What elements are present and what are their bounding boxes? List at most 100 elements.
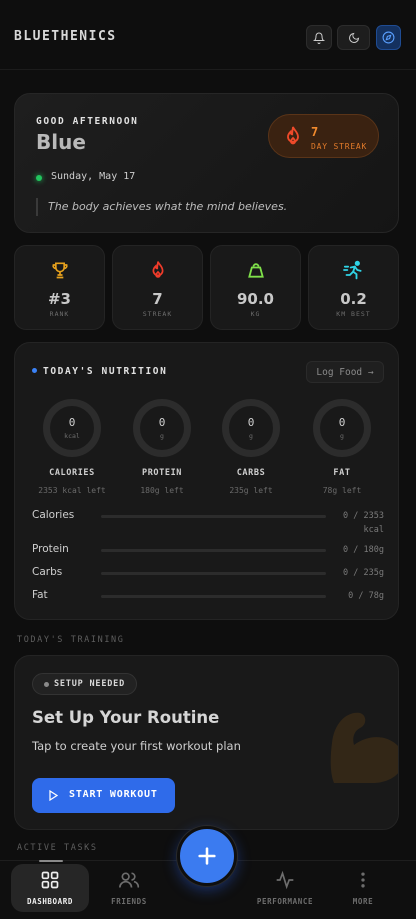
macro-unit: g (340, 432, 344, 440)
progress-track (101, 572, 326, 575)
stat-value: 90.0 (236, 290, 274, 308)
tasks-section-label: ACTIVE TASKS (17, 843, 98, 853)
badge-label: SETUP NEEDED (54, 679, 126, 689)
motivational-quote: The body achieves what the mind believes… (36, 198, 287, 216)
explore-button[interactable] (376, 25, 401, 50)
nav-friends[interactable]: FRIENDS (90, 861, 168, 919)
stat-card-rank[interactable]: #3 RANK (14, 245, 105, 330)
macro-carbs: 0 g CARBS 235g left (211, 399, 291, 495)
macro-value: 0 (247, 416, 255, 429)
start-workout-button[interactable]: START WORKOUT (32, 778, 175, 813)
progress-track (101, 515, 326, 518)
stat-value: 0.2 (340, 290, 367, 308)
status-dot (44, 682, 49, 687)
flame-icon (287, 126, 299, 145)
progress-ring: 0 g (313, 399, 371, 457)
add-button[interactable] (177, 826, 237, 886)
macro-fat: 0 g FAT 78g left (302, 399, 382, 495)
nav-label: DASHBOARD (26, 897, 74, 906)
trophy-icon (51, 262, 68, 279)
macro-remaining: 2353 kcal left (38, 486, 106, 495)
nav-label: MORE (352, 897, 374, 906)
notifications-button[interactable] (306, 25, 332, 50)
macro-label: PROTEIN (141, 468, 183, 478)
macro-calories: 0 kcal CALORIES 2353 kcal left (32, 399, 112, 495)
current-date: Sunday, May 17 (51, 171, 136, 182)
nutrition-card: TODAY'S NUTRITION Log Food → 0 kcal CALO… (14, 342, 399, 620)
nav-dashboard[interactable]: DASHBOARD (11, 860, 89, 912)
grid-icon (41, 871, 59, 889)
greeting-salutation: GOOD AFTERNOON (36, 116, 139, 127)
progress-ring: 0 kcal (43, 399, 101, 457)
theme-toggle-button[interactable] (337, 25, 370, 50)
macro-value: 0 (158, 416, 166, 429)
nav-label: PERFORMANCE (256, 897, 314, 906)
macro-remaining: 180g left (140, 486, 184, 495)
nav-performance[interactable]: PERFORMANCE (246, 861, 324, 919)
macro-value: 0 (338, 416, 346, 429)
activity-icon (276, 870, 294, 890)
bar-value: 0 / 2353 kcal (343, 511, 384, 535)
bar-value: 0 / 78g (348, 591, 384, 601)
stat-unit: STREAK (142, 310, 173, 318)
muscle-icon (330, 712, 398, 783)
macro-protein: 0 g PROTEIN 180g left (122, 399, 202, 495)
stat-card-weight[interactable]: 90.0 KG (210, 245, 301, 330)
stat-unit: KM BEST (336, 310, 371, 318)
macro-remaining: 78g left (322, 486, 362, 495)
bar-value: 0 / 235g (343, 568, 384, 578)
bell-icon (313, 32, 325, 44)
online-indicator (36, 175, 42, 181)
kettlebell-icon (247, 263, 264, 278)
macro-unit: kcal (64, 432, 80, 440)
flame-icon (152, 261, 163, 278)
section-bullet (32, 368, 37, 373)
bar-label: Protein (32, 543, 69, 555)
bar-value: 0 / 180g (343, 545, 384, 555)
brand-title: BLUETHENICS (14, 29, 117, 44)
progress-track (101, 595, 326, 598)
macro-value: 0 (68, 416, 76, 429)
bar-label: Carbs (32, 566, 63, 578)
macro-label: CALORIES (49, 468, 95, 478)
start-workout-label: START WORKOUT (69, 789, 158, 800)
stat-card-km-best[interactable]: 0.2 KM BEST (308, 245, 399, 330)
runner-icon (342, 260, 362, 280)
more-vertical-icon (361, 872, 365, 888)
training-subtitle: Tap to create your first workout plan (32, 739, 241, 753)
training-card[interactable]: SETUP NEEDED Set Up Your Routine Tap to … (14, 655, 399, 830)
bar-label: Fat (32, 589, 48, 601)
training-section-label: TODAY'S TRAINING (17, 635, 125, 645)
compass-icon (382, 31, 395, 44)
day-streak-badge[interactable]: 7 DAY STREAK (268, 114, 379, 158)
stat-value: 7 (152, 290, 163, 308)
macro-unit: g (160, 432, 164, 440)
stat-value: #3 (47, 290, 71, 308)
user-name: Blue (36, 130, 86, 154)
macro-remaining: 235g left (229, 486, 273, 495)
log-food-button[interactable]: Log Food → (306, 361, 384, 383)
app-header: BLUETHENICS (0, 0, 416, 70)
play-icon (49, 789, 59, 802)
bar-label: Calories (32, 509, 75, 521)
training-title: Set Up Your Routine (32, 708, 220, 727)
streak-count: 7 (311, 125, 319, 139)
streak-label: DAY STREAK (311, 142, 368, 151)
macro-unit: g (249, 432, 253, 440)
stat-unit: KG (250, 310, 261, 318)
progress-ring: 0 g (222, 399, 280, 457)
macro-label: CARBS (236, 468, 266, 478)
stat-card-streak[interactable]: 7 STREAK (112, 245, 203, 330)
progress-ring: 0 g (133, 399, 191, 457)
progress-track (101, 549, 326, 552)
stat-unit: RANK (49, 310, 70, 318)
moon-icon (348, 32, 359, 43)
nav-more[interactable]: MORE (324, 861, 402, 919)
macro-label: FAT (333, 468, 351, 478)
nutrition-title: TODAY'S NUTRITION (43, 366, 168, 377)
users-icon (119, 872, 140, 888)
greeting-card: GOOD AFTERNOON Blue Sunday, May 17 The b… (14, 93, 399, 233)
setup-needed-badge: SETUP NEEDED (32, 673, 137, 695)
nav-label: FRIENDS (111, 897, 147, 906)
plus-icon (198, 847, 216, 865)
